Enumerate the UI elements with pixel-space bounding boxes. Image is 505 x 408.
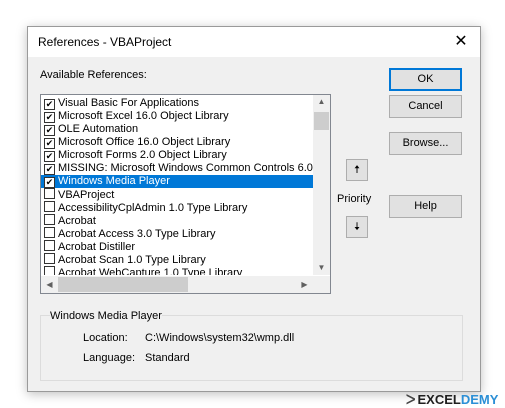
checkmark-icon[interactable]: ✔ [44, 99, 55, 110]
reference-label: Microsoft Excel 16.0 Object Library [58, 110, 229, 122]
reference-item[interactable]: ✔ MISSING: Microsoft Windows Common Contr… [41, 162, 313, 175]
reference-label: OLE Automation [58, 123, 139, 135]
references-listbox[interactable]: ✔ Visual Basic For Applications ✔ Microsoft… [40, 94, 331, 294]
reference-item[interactable]: VBAProject [41, 188, 313, 201]
references-list: ✔ Visual Basic For Applications ✔ Microsoft… [41, 97, 313, 275]
priority-down-button[interactable]: 🠇 [346, 216, 368, 238]
exceldemy-watermark: ᐳ EXCELDEMY [406, 392, 498, 408]
checkmark-icon[interactable]: ✔ [44, 151, 55, 162]
help-button[interactable]: Help [389, 195, 462, 218]
checkmark-icon[interactable]: ✔ [44, 177, 55, 188]
reference-item[interactable]: ✔ Microsoft Forms 2.0 Object Library [41, 149, 313, 162]
reference-label: Microsoft Office 16.0 Object Library [58, 136, 231, 148]
available-references-label: Available References: [40, 69, 147, 81]
checkmark-icon[interactable]: ✔ [44, 125, 55, 136]
checkmark-icon[interactable]: ✔ [44, 164, 55, 175]
reference-item[interactable]: ✔ OLE Automation [41, 123, 313, 136]
title-bar[interactable]: References - VBAProject ✕ [28, 27, 480, 57]
reference-label: Acrobat Distiller [58, 241, 136, 253]
reference-label: Microsoft Forms 2.0 Object Library [58, 149, 227, 161]
reference-checkbox[interactable] [44, 253, 55, 264]
language-value: Standard [145, 352, 190, 364]
reference-details-group [40, 315, 463, 381]
close-icon[interactable]: ✕ [450, 31, 472, 53]
watermark-text-a: EXCEL [417, 392, 461, 407]
reference-item[interactable]: Acrobat WebCapture 1.0 Type Library [41, 266, 313, 275]
reference-checkbox[interactable] [44, 227, 55, 238]
priority-up-button[interactable]: 🠅 [346, 159, 368, 181]
reference-item[interactable]: Acrobat Scan 1.0 Type Library [41, 253, 313, 266]
reference-label: MISSING: Microsoft Windows Common Contro… [58, 162, 313, 174]
vertical-scrollbar[interactable]: ▲ ▼ [313, 95, 330, 275]
selected-reference-name: Windows Media Player [50, 310, 162, 322]
reference-item[interactable]: ✔ Windows Media Player [41, 175, 313, 188]
scroll-left-icon[interactable]: ◀ [41, 280, 58, 289]
reference-label: Acrobat [58, 215, 96, 227]
reference-label: Visual Basic For Applications [58, 97, 200, 109]
reference-label: Windows Media Player [58, 175, 170, 187]
horizontal-scrollbar[interactable]: ◀ ▶ [41, 276, 313, 293]
reference-label: Acrobat WebCapture 1.0 Type Library [58, 267, 243, 275]
reference-item[interactable]: ✔ Microsoft Excel 16.0 Object Library [41, 110, 313, 123]
vertical-scroll-thumb[interactable] [314, 112, 329, 130]
arrow-down-icon: 🠇 [353, 221, 361, 233]
language-label: Language: [83, 352, 135, 364]
reference-checkbox[interactable] [44, 266, 55, 275]
dialog-title: References - VBAProject [38, 35, 172, 49]
location-label: Location: [83, 332, 128, 344]
reference-checkbox[interactable] [44, 188, 55, 199]
reference-item[interactable]: AccessibilityCplAdmin 1.0 Type Library [41, 201, 313, 214]
scroll-corner [313, 276, 330, 293]
reference-label: AccessibilityCplAdmin 1.0 Type Library [58, 202, 248, 214]
watermark-text-b: DEMY [460, 392, 499, 407]
scroll-right-icon[interactable]: ▶ [296, 280, 313, 289]
reference-item[interactable]: ✔ Microsoft Office 16.0 Object Library [41, 136, 313, 149]
ok-button[interactable]: OK [389, 68, 462, 91]
reference-label: VBAProject [58, 189, 115, 201]
reference-checkbox[interactable] [44, 240, 55, 251]
arrow-up-icon: 🠅 [353, 164, 361, 176]
reference-label: Acrobat Access 3.0 Type Library [58, 228, 216, 240]
browse-button[interactable]: Browse... [389, 132, 462, 155]
reference-checkbox[interactable] [44, 214, 55, 225]
priority-label: Priority [337, 193, 372, 205]
checkmark-icon[interactable]: ✔ [44, 138, 55, 149]
reference-item[interactable]: Acrobat Distiller [41, 240, 313, 253]
references-dialog: References - VBAProject ✕ Available Refe… [27, 26, 481, 392]
cancel-button[interactable]: Cancel [389, 95, 462, 118]
reference-label: Acrobat Scan 1.0 Type Library [58, 254, 206, 266]
reference-item[interactable]: ✔ Visual Basic For Applications [41, 97, 313, 110]
location-value: C:\Windows\system32\wmp.dll [145, 332, 295, 344]
reference-checkbox[interactable] [44, 201, 55, 212]
checkmark-icon[interactable]: ✔ [44, 112, 55, 123]
reference-item[interactable]: Acrobat [41, 214, 313, 227]
scroll-down-icon[interactable]: ▼ [313, 263, 330, 272]
reference-item[interactable]: Acrobat Access 3.0 Type Library [41, 227, 313, 240]
scroll-up-icon[interactable]: ▲ [313, 97, 330, 106]
horizontal-scroll-thumb[interactable] [58, 277, 188, 292]
watermark-logo-icon: ᐳ [406, 392, 416, 407]
